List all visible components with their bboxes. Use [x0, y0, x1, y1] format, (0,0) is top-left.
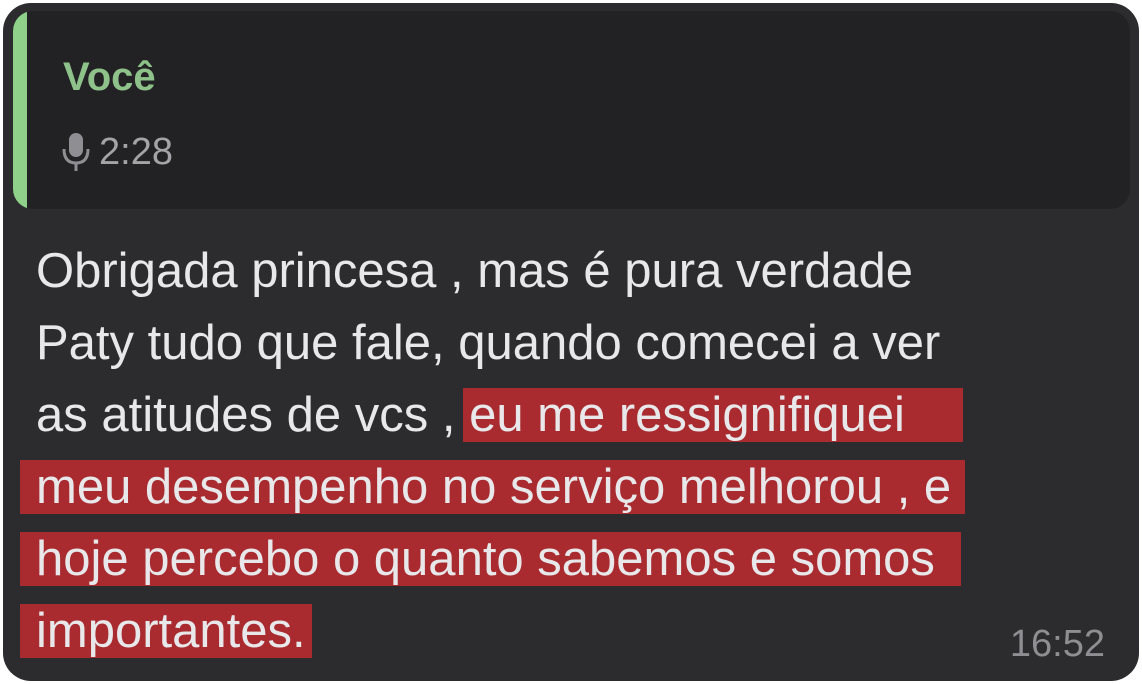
voice-note-duration: 2:28 — [99, 131, 173, 173]
message-line: importantes. — [20, 595, 1116, 667]
message-line: Paty tudo que fale, quando comecei a ver — [36, 316, 941, 370]
message-line: as atitudes de vcs , eu me ressignifique… — [36, 379, 1116, 451]
microphone-icon — [62, 133, 90, 171]
quote-accent-bar — [13, 11, 27, 209]
message-text: Obrigada princesa , mas é pura verdade P… — [20, 235, 1116, 667]
message-timestamp: 16:52 — [1009, 623, 1105, 665]
quoted-voice-note: 2:28 — [59, 129, 173, 175]
highlighted-text: hoje percebo o quanto sabemos e somos — [20, 532, 961, 586]
message-text-plain: as atitudes de vcs , — [36, 388, 470, 442]
message-line: hoje percebo o quanto sabemos e somos — [20, 523, 1116, 595]
highlighted-text: eu me ressignifiquei — [463, 388, 963, 442]
highlighted-text: meu desempenho no serviço melhorou , e — [20, 460, 966, 514]
message-line: meu desempenho no serviço melhorou , e — [20, 451, 1116, 523]
highlighted-text: importantes. — [20, 604, 312, 658]
message-bubble[interactable]: Você 2:28 Obrigada princesa , mas é pura… — [3, 3, 1139, 681]
message-line: Obrigada princesa , mas é pura verdade — [36, 244, 914, 298]
quoted-reply[interactable]: Você 2:28 — [13, 11, 1130, 209]
quoted-author: Você — [63, 55, 156, 99]
